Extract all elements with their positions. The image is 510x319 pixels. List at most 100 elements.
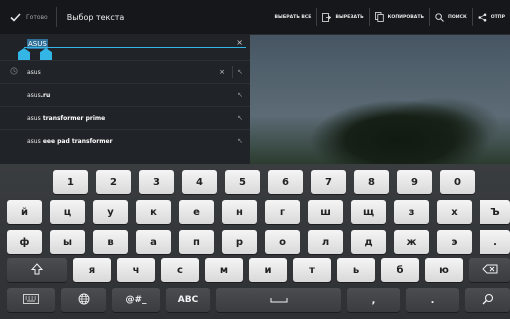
key-л[interactable]: л	[308, 230, 343, 254]
search-button[interactable]: ПОИСК	[430, 0, 472, 34]
search-icon	[435, 12, 444, 22]
key-а[interactable]: а	[136, 230, 171, 254]
fill-query-arrow-icon[interactable]: ↖	[237, 137, 243, 145]
suggestion-text: asus	[27, 68, 41, 76]
key-ш[interactable]: ш	[308, 200, 343, 224]
select-all-label: ВЫБРАТЬ ВСЕ	[274, 14, 312, 20]
key-д[interactable]: д	[351, 230, 386, 254]
divider	[232, 66, 233, 78]
done-label: Готово	[26, 13, 48, 21]
key-ж[interactable]: ж	[394, 230, 429, 254]
cut-icon	[322, 12, 332, 22]
copy-label: КОПИРОВАТЬ	[387, 14, 424, 20]
search-label: ПОИСК	[448, 14, 467, 20]
share-button[interactable]: ОТПР	[473, 0, 510, 34]
backspace-icon	[481, 264, 498, 277]
selection-handle-start[interactable]	[18, 48, 30, 60]
suggestion-item[interactable]: asus.ru ↖	[0, 83, 250, 106]
search-icon	[482, 293, 494, 308]
period-key[interactable]: .	[406, 288, 459, 312]
abc-key[interactable]: ABC	[166, 288, 210, 312]
key-е[interactable]: е	[179, 200, 214, 224]
search-input[interactable]: ASUS ×	[0, 34, 250, 60]
history-icon	[10, 67, 18, 77]
key-9[interactable]: 9	[397, 170, 432, 194]
key-5[interactable]: 5	[225, 170, 260, 194]
key-п[interactable]: п	[179, 230, 214, 254]
symbols-key[interactable]: @#_	[112, 288, 160, 312]
key-3[interactable]: 3	[139, 170, 174, 194]
fill-query-arrow-icon[interactable]: ↖	[237, 114, 243, 122]
text-selection-action-bar: Готово Выбор текста ВЫБРАТЬ ВСЕ ВЫРЕЗАТЬ…	[0, 0, 510, 35]
key-6[interactable]: 6	[268, 170, 303, 194]
key-ц[interactable]: ц	[50, 200, 85, 224]
globe-icon	[78, 293, 90, 308]
clear-icon[interactable]: ×	[236, 38, 243, 47]
key-с[interactable]: с	[161, 258, 199, 282]
copy-icon	[374, 12, 384, 22]
key-period-partial[interactable]: .	[480, 230, 510, 254]
select-all-button[interactable]: ВЫБРАТЬ ВСЕ	[270, 0, 317, 34]
fill-query-arrow-icon[interactable]: ↖	[237, 91, 243, 99]
key-ь[interactable]: ь	[337, 258, 375, 282]
checkmark-icon	[10, 12, 21, 22]
action-bar-actions: ВЫБРАТЬ ВСЕ ВЫРЕЗАТЬ КОПИРОВАТЬ ПОИСК ОТ…	[270, 0, 510, 34]
search-suggestions-panel: ASUS × asus × ↖ asus.ru ↖ asus transform…	[0, 34, 250, 164]
key-к[interactable]: к	[136, 200, 171, 224]
comma-key[interactable]: ,	[347, 288, 400, 312]
key-б[interactable]: б	[381, 258, 419, 282]
key-щ[interactable]: щ	[351, 200, 386, 224]
key-э[interactable]: э	[437, 230, 472, 254]
suggestion-text: asus transformer prime	[27, 114, 106, 122]
key-ы[interactable]: ы	[50, 230, 85, 254]
share-label: ОТПР	[490, 14, 505, 20]
key-8[interactable]: 8	[354, 170, 389, 194]
share-icon	[478, 13, 487, 22]
key-в[interactable]: в	[93, 230, 128, 254]
space-icon	[270, 295, 288, 306]
key-з[interactable]: з	[394, 200, 429, 224]
key-ф[interactable]: ф	[7, 230, 42, 254]
search-action-key[interactable]	[465, 288, 510, 312]
suggestion-item[interactable]: asus eee pad transformer ↖	[0, 129, 250, 152]
backspace-key[interactable]	[469, 258, 510, 282]
keyboard-switch-key[interactable]	[7, 288, 55, 312]
key-1[interactable]: 1	[53, 170, 88, 194]
key-у[interactable]: у	[93, 200, 128, 224]
fill-query-arrow-icon[interactable]: ↖	[237, 68, 243, 76]
key-я[interactable]: я	[73, 258, 111, 282]
input-underline	[24, 47, 246, 48]
suggestion-item[interactable]: asus transformer prime ↖	[0, 106, 250, 129]
keyboard-icon	[23, 293, 39, 307]
suggestion-text: asus eee pad transformer	[27, 137, 113, 145]
key-7[interactable]: 7	[311, 170, 346, 194]
done-button[interactable]: Готово	[0, 0, 56, 34]
selection-handle-end[interactable]	[40, 48, 52, 60]
key-н[interactable]: н	[222, 200, 257, 224]
shift-key[interactable]	[7, 258, 67, 282]
space-key[interactable]	[216, 288, 341, 312]
key-г[interactable]: г	[265, 200, 300, 224]
suggestion-text: asus.ru	[27, 91, 51, 99]
cut-label: ВЫРЕЗАТЬ	[335, 14, 364, 20]
language-key[interactable]	[61, 288, 106, 312]
key-и[interactable]: и	[249, 258, 287, 282]
key-м[interactable]: м	[205, 258, 243, 282]
cut-button[interactable]: ВЫРЕЗАТЬ	[317, 0, 368, 34]
key-т[interactable]: т	[293, 258, 331, 282]
key-0[interactable]: 0	[440, 170, 475, 194]
key-й[interactable]: й	[7, 200, 42, 224]
key-р[interactable]: р	[222, 230, 257, 254]
action-bar-title: Выбор текста	[66, 12, 125, 22]
divider	[55, 7, 57, 27]
copy-button[interactable]: КОПИРОВАТЬ	[370, 0, 429, 34]
key-о[interactable]: о	[265, 230, 300, 254]
remove-suggestion-icon[interactable]: ×	[219, 68, 225, 76]
key-х[interactable]: х	[437, 200, 472, 224]
key-ч[interactable]: ч	[117, 258, 155, 282]
key-ю[interactable]: ю	[425, 258, 463, 282]
key-2[interactable]: 2	[96, 170, 131, 194]
suggestion-item[interactable]: asus × ↖	[0, 60, 250, 83]
key-4[interactable]: 4	[182, 170, 217, 194]
key-ъ[interactable]: Ъ	[480, 200, 510, 224]
